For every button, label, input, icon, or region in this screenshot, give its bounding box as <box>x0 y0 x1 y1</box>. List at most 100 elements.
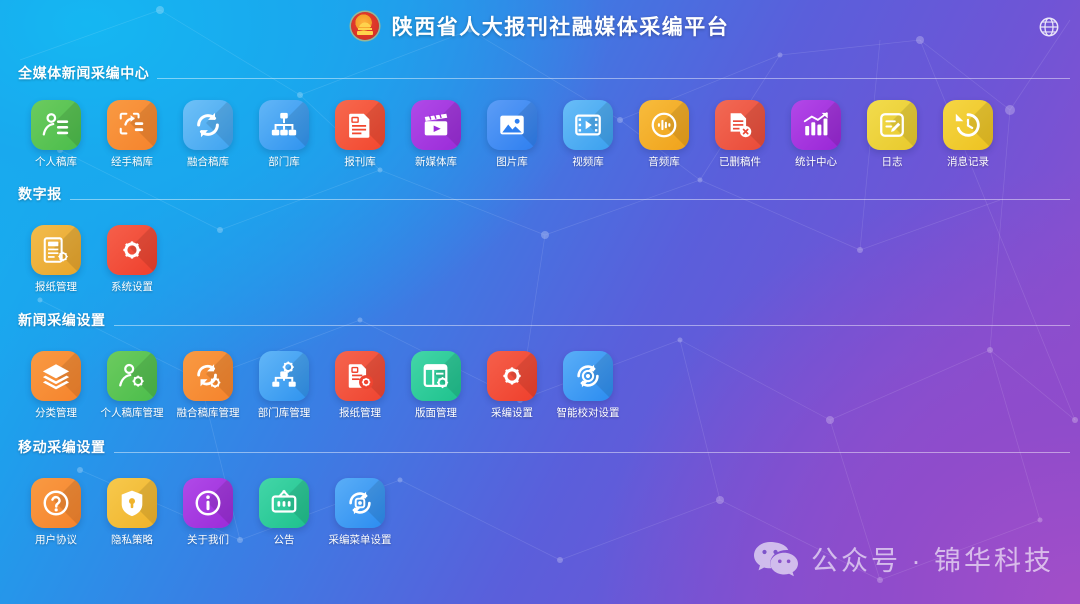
sync-refresh-icon[interactable] <box>183 100 233 150</box>
section-divider <box>69 198 1070 200</box>
globe-icon[interactable] <box>1038 16 1060 38</box>
app-tile[interactable]: 融合稿库管理 <box>170 351 246 420</box>
clapperboard-icon[interactable] <box>411 100 461 150</box>
section-header: 新闻采编设置 <box>0 307 1080 329</box>
app-tile[interactable]: 已删稿件 <box>702 100 778 169</box>
shield-lock-icon[interactable] <box>107 477 157 528</box>
proofread-target-icon[interactable] <box>563 351 613 402</box>
section-divider <box>113 325 1070 327</box>
audio-wave-icon[interactable] <box>639 100 689 150</box>
section-title: 新闻采编设置 <box>18 312 106 329</box>
app-tile-label: 个人稿库 <box>35 156 77 168</box>
app-tile[interactable]: 分类管理 <box>18 351 94 420</box>
log-note-icon[interactable] <box>867 100 917 150</box>
app-tile[interactable]: 采编菜单设置 <box>322 477 398 547</box>
app-tile[interactable]: 用户协议 <box>18 477 94 547</box>
document-settings-icon[interactable] <box>335 351 385 402</box>
app-tile-label: 融合稿库管理 <box>176 407 240 420</box>
app-tile[interactable]: 消息记录 <box>930 100 1006 169</box>
bar-chart-icon[interactable] <box>791 100 841 150</box>
menu-target-icon[interactable] <box>335 477 385 528</box>
app-tile[interactable]: 隐私策略 <box>94 477 170 547</box>
gear-icon[interactable] <box>487 351 537 402</box>
app-tile[interactable]: 关于我们 <box>170 477 246 547</box>
app-tile-label: 用户协议 <box>35 533 77 546</box>
app-tile-label: 版面管理 <box>415 407 457 420</box>
merge-docs-icon[interactable] <box>107 100 157 150</box>
user-settings-icon[interactable] <box>107 351 157 402</box>
app-tile[interactable]: 图片库 <box>474 100 550 169</box>
app-tile[interactable]: 新媒体库 <box>398 100 474 169</box>
layout-settings-icon[interactable] <box>411 351 461 402</box>
app-tile-label: 图片库 <box>496 156 528 168</box>
wechat-icon <box>754 541 798 576</box>
section-title: 移动采编设置 <box>18 438 106 455</box>
app-tile[interactable]: 融合稿库 <box>170 100 246 169</box>
image-icon[interactable] <box>487 100 537 150</box>
app-tile[interactable]: 视频库 <box>550 100 626 169</box>
app-tile[interactable]: 报纸管理 <box>18 224 94 294</box>
app-tile[interactable]: 公告 <box>246 477 322 547</box>
user-list-icon[interactable] <box>31 100 81 150</box>
app-tile-label: 视频库 <box>572 156 604 168</box>
section-divider <box>113 451 1070 453</box>
layers-icon[interactable] <box>31 351 81 402</box>
sync-settings-icon[interactable] <box>183 351 233 402</box>
app-tile[interactable]: 音频库 <box>626 100 702 169</box>
app-root: 陕西省人大报刊社融媒体采编平台 全媒体新闻采编中心 个人稿库 经手稿库 融合稿库 部门… <box>0 0 1080 604</box>
app-tile-label: 部门库管理 <box>257 407 311 420</box>
app-tile-label: 关于我们 <box>187 533 229 546</box>
app-tile-label: 采编设置 <box>491 407 533 420</box>
app-tile[interactable]: 经手稿库 <box>94 100 170 169</box>
app-tile-label: 消息记录 <box>947 156 989 168</box>
app-tile-label: 融合稿库 <box>187 156 229 168</box>
app-tile[interactable]: 系统设置 <box>94 224 170 294</box>
section-news-editing-settings: 新闻采编设置 分类管理 个人稿库管理 融合稿库管理 部门库管理 报纸管理 版面管理 采编设置… <box>0 293 1080 420</box>
app-tile-label: 隐私策略 <box>111 533 153 546</box>
newspaper-settings-icon[interactable] <box>31 224 81 275</box>
app-tile[interactable]: 部门库管理 <box>246 351 322 420</box>
section-divider <box>157 78 1070 79</box>
document-delete-icon[interactable] <box>715 100 765 150</box>
app-tile[interactable]: 日志 <box>854 100 930 169</box>
app-tile-label: 部门库 <box>268 156 300 168</box>
app-tile-label: 音频库 <box>648 156 680 168</box>
app-tile[interactable]: 报刊库 <box>322 100 398 169</box>
app-tile[interactable]: 采编设置 <box>474 351 550 420</box>
app-tile[interactable]: 统计中心 <box>778 100 854 169</box>
app-tile[interactable]: 版面管理 <box>398 351 474 420</box>
news-document-icon[interactable] <box>335 100 385 150</box>
gear-icon[interactable] <box>107 224 157 275</box>
section-title: 数字报 <box>18 185 62 202</box>
app-tile-label: 新媒体库 <box>415 156 457 168</box>
app-tile[interactable]: 个人稿库管理 <box>94 351 170 420</box>
info-icon[interactable] <box>183 477 233 528</box>
org-settings-icon[interactable] <box>259 351 309 402</box>
app-tile-label: 个人稿库管理 <box>100 407 164 420</box>
app-tile[interactable]: 部门库 <box>246 100 322 169</box>
app-tile[interactable]: 个人稿库 <box>18 100 94 169</box>
history-clock-icon[interactable] <box>943 100 993 150</box>
national-emblem-icon <box>350 12 379 40</box>
app-tile-label: 报纸管理 <box>339 407 381 420</box>
app-tile[interactable]: 智能校对设置 <box>550 351 626 420</box>
tile-grid: 用户协议 隐私策略 关于我们 公告 采编菜单设置 <box>0 477 1080 547</box>
section-mobile-editing-settings: 移动采编设置 用户协议 隐私策略 关于我们 公告 采编菜单设置 <box>0 420 1080 547</box>
section-digital-paper: 数字报 报纸管理 系统设置 <box>0 169 1080 294</box>
app-tile-label: 报纸管理 <box>35 280 77 293</box>
app-tile-label: 报刊库 <box>344 156 376 168</box>
app-tile-label: 日志 <box>881 156 903 168</box>
dashboard-content: 全媒体新闻采编中心 个人稿库 经手稿库 融合稿库 部门库 报刊库 新媒体库 图片库 视频库 音频… <box>0 52 1080 546</box>
app-tile-label: 已删稿件 <box>719 156 761 168</box>
app-tile-label: 统计中心 <box>795 156 837 168</box>
question-mark-icon[interactable] <box>31 477 81 528</box>
app-tile-label: 采编菜单设置 <box>328 533 392 546</box>
app-tile[interactable]: 报纸管理 <box>322 351 398 420</box>
org-chart-icon[interactable] <box>259 100 309 150</box>
app-header: 陕西省人大报刊社融媒体采编平台 <box>0 0 1080 52</box>
film-strip-icon[interactable] <box>563 100 613 150</box>
announce-board-icon[interactable] <box>259 477 309 528</box>
tile-grid: 报纸管理 系统设置 <box>0 224 1080 294</box>
section-header: 数字报 <box>0 181 1080 203</box>
tile-grid: 分类管理 个人稿库管理 融合稿库管理 部门库管理 报纸管理 版面管理 采编设置 智能校对设置 <box>0 351 1080 420</box>
